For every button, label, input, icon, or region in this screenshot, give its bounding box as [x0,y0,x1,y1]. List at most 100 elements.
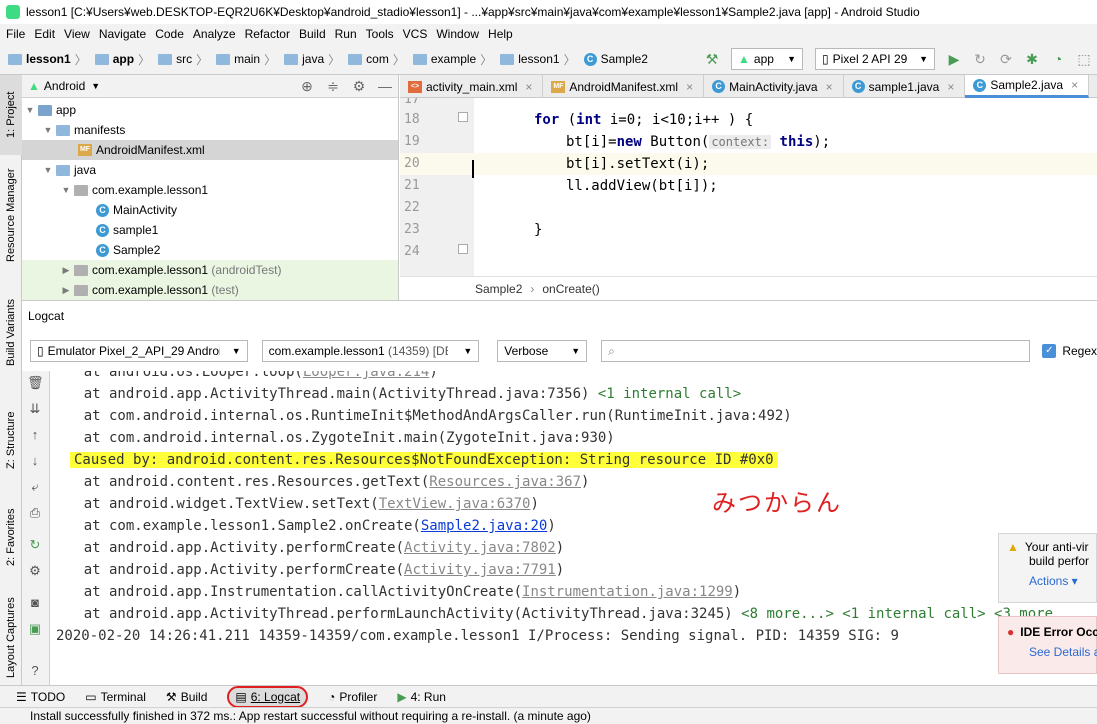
tree-manifests[interactable]: ▼ manifests [22,120,398,140]
profile-icon[interactable]: ◔ [1050,51,1066,67]
menu-view[interactable]: View [64,27,90,41]
attach-debugger-icon[interactable]: ⬚ [1076,51,1092,67]
code-area[interactable]: for (int i=0; i<10;i++ ) { bt[i]=new But… [474,98,1097,276]
tree-java[interactable]: ▼ java [22,160,398,180]
breadcrumb-com[interactable]: com 〉 [348,51,409,68]
down-arrow-icon[interactable]: ↓ [27,453,43,469]
hammer-icon[interactable]: ⚒ [704,51,720,67]
actions-link[interactable]: Actions ▾ [1007,574,1096,588]
menu-edit[interactable]: Edit [34,27,55,41]
fold-icon[interactable] [458,244,468,254]
logcat-search-input[interactable]: ⌕ [601,340,1031,362]
antivirus-notification[interactable]: ▲ Your anti-vir build perfor Actions ▾ [998,533,1097,603]
menu-refactor[interactable]: Refactor [245,27,290,41]
menu-window[interactable]: Window [436,27,479,41]
menu-run[interactable]: Run [335,27,357,41]
regex-checkbox[interactable]: ✓ [1042,344,1057,358]
tab-androidmanifest-xml[interactable]: MF AndroidManifest.xml × [543,75,705,98]
tree-package-test[interactable]: ▶ com.example.lesson1 (test) [22,280,398,300]
log-line: at android.content.res.Resources.getText… [50,474,590,490]
restart-icon[interactable]: ↻ [27,537,43,553]
log-level-select[interactable]: Verbose ▼ [497,340,588,362]
apply-code-changes-icon[interactable]: ⟳ [998,51,1014,67]
help-icon[interactable]: ? [27,663,43,679]
collapse-icon[interactable]: ≑ [325,78,341,94]
close-icon[interactable]: × [947,80,954,94]
logcat-search-field[interactable] [614,344,1024,358]
up-arrow-icon[interactable]: ↑ [27,427,43,443]
crumb-method[interactable]: onCreate() [542,282,599,296]
tab-build[interactable]: ⚒ Build [166,690,207,704]
status-message[interactable]: Install successfully finished in 372 ms.… [30,709,591,723]
project-view-select[interactable]: Android [44,79,85,93]
process-filter-select[interactable]: com.example.lesson1 (14359) [DEAD]▼ [261,340,480,362]
see-details-link[interactable]: See Details ar [1007,645,1097,659]
tree-sample2[interactable]: C Sample2 [22,240,398,260]
screenshot-icon[interactable]: ◙ [27,595,43,611]
gear-icon[interactable]: ⚙ [27,563,43,579]
debug-icon[interactable]: ✱ [1024,51,1040,67]
tree-package[interactable]: ▼ com.example.lesson1 [22,180,398,200]
hide-icon[interactable]: — [377,78,393,94]
tab-build-variants[interactable]: Build Variants [0,295,22,370]
fold-icon[interactable] [458,112,468,122]
scroll-to-end-icon[interactable]: ⇊ [27,401,43,417]
breadcrumb-lesson1[interactable]: lesson1 〉 [8,51,91,68]
menu-help[interactable]: Help [488,27,513,41]
tab-sample2-java[interactable]: C Sample2.java × [965,75,1090,98]
breadcrumb-src[interactable]: src 〉 [158,51,212,68]
ide-error-notification[interactable]: ● IDE Error Occ See Details ar [998,616,1097,674]
error-icon: ● [1007,625,1015,639]
trash-icon[interactable]: 🗑 [27,375,44,391]
tab-favorites[interactable]: 2: Favorites [0,500,22,575]
tree-sample1[interactable]: Csample1 [22,220,398,240]
tab-mainactivity-java[interactable]: C MainActivity.java × [704,75,844,98]
tab-layout-captures[interactable]: Layout Captures [0,595,22,680]
tree-app[interactable]: ▼ app [22,100,398,120]
menu-build[interactable]: Build [299,27,326,41]
device-select[interactable]: ▯ Pixel 2 API 29 ▼ [815,48,935,70]
run-config-select[interactable]: ▲ app ▼ [731,48,803,70]
tab-profiler[interactable]: ◔ Profiler [328,690,377,704]
window-title: lesson1 [C:¥Users¥web.DESKTOP-EQR2U6K¥De… [26,5,920,19]
breadcrumb-lesson1-pkg[interactable]: lesson1 〉 [500,51,579,68]
menu-file[interactable]: File [6,27,25,41]
close-icon[interactable]: × [525,80,532,94]
print-icon[interactable]: ⎙ [27,505,43,521]
apply-changes-icon[interactable]: ↻ [972,51,988,67]
run-icon[interactable]: ▶ [946,51,962,67]
breadcrumb-example[interactable]: example 〉 [412,51,496,68]
menu-analyze[interactable]: Analyze [193,27,236,41]
tab-resource-manager[interactable]: Resource Manager [0,165,22,265]
menu-tools[interactable]: Tools [366,27,394,41]
locate-icon[interactable]: ⊕ [299,78,315,94]
crumb-class[interactable]: Sample2 [475,282,522,296]
menu-navigate[interactable]: Navigate [99,27,146,41]
breadcrumb-sample2[interactable]: C Sample2 [583,52,648,66]
menu-code[interactable]: Code [155,27,184,41]
tab-todo[interactable]: ☰ TODO [16,690,65,704]
logcat-output[interactable]: at android.os.Looper.loop(Looper.java:21… [50,371,1097,686]
tab-structure[interactable]: Z: Structure [0,405,22,475]
menu-vcs[interactable]: VCS [403,27,428,41]
close-icon[interactable]: × [686,80,693,94]
device-filter-select[interactable]: ▯ Emulator Pixel_2_API_29 Androic ▼ [30,340,248,362]
gear-icon[interactable]: ⚙ [351,78,367,94]
tree-mainactivity[interactable]: C MainActivity [22,200,398,220]
chevron-down-icon[interactable]: ▼ [91,81,100,91]
breadcrumb-main[interactable]: main 〉 [216,51,280,68]
tab-sample1-java[interactable]: Csample1.java × [844,75,966,98]
tab-project[interactable]: 1: Project [0,75,22,155]
tab-terminal[interactable]: ▭ Terminal [85,690,146,704]
tab-logcat[interactable]: ▤ 6: Logcat [227,685,309,708]
breadcrumb-app[interactable]: app 〉 [94,51,154,68]
close-icon[interactable]: × [1071,78,1078,92]
tab-run[interactable]: ▶ 4: Run [397,690,446,704]
tree-androidmanifest[interactable]: MF AndroidManifest.xml [22,140,398,160]
tree-package-androidtest[interactable]: ▶ com.example.lesson1 (androidTest) [22,260,398,280]
breadcrumb-java[interactable]: java 〉 [284,51,344,68]
tab-activity-main-xml[interactable]: <> activity_main.xml × [400,75,544,98]
close-icon[interactable]: × [826,80,833,94]
soft-wrap-icon[interactable]: ⤶ [27,479,43,495]
screen-record-icon[interactable]: ▣ [27,621,43,637]
